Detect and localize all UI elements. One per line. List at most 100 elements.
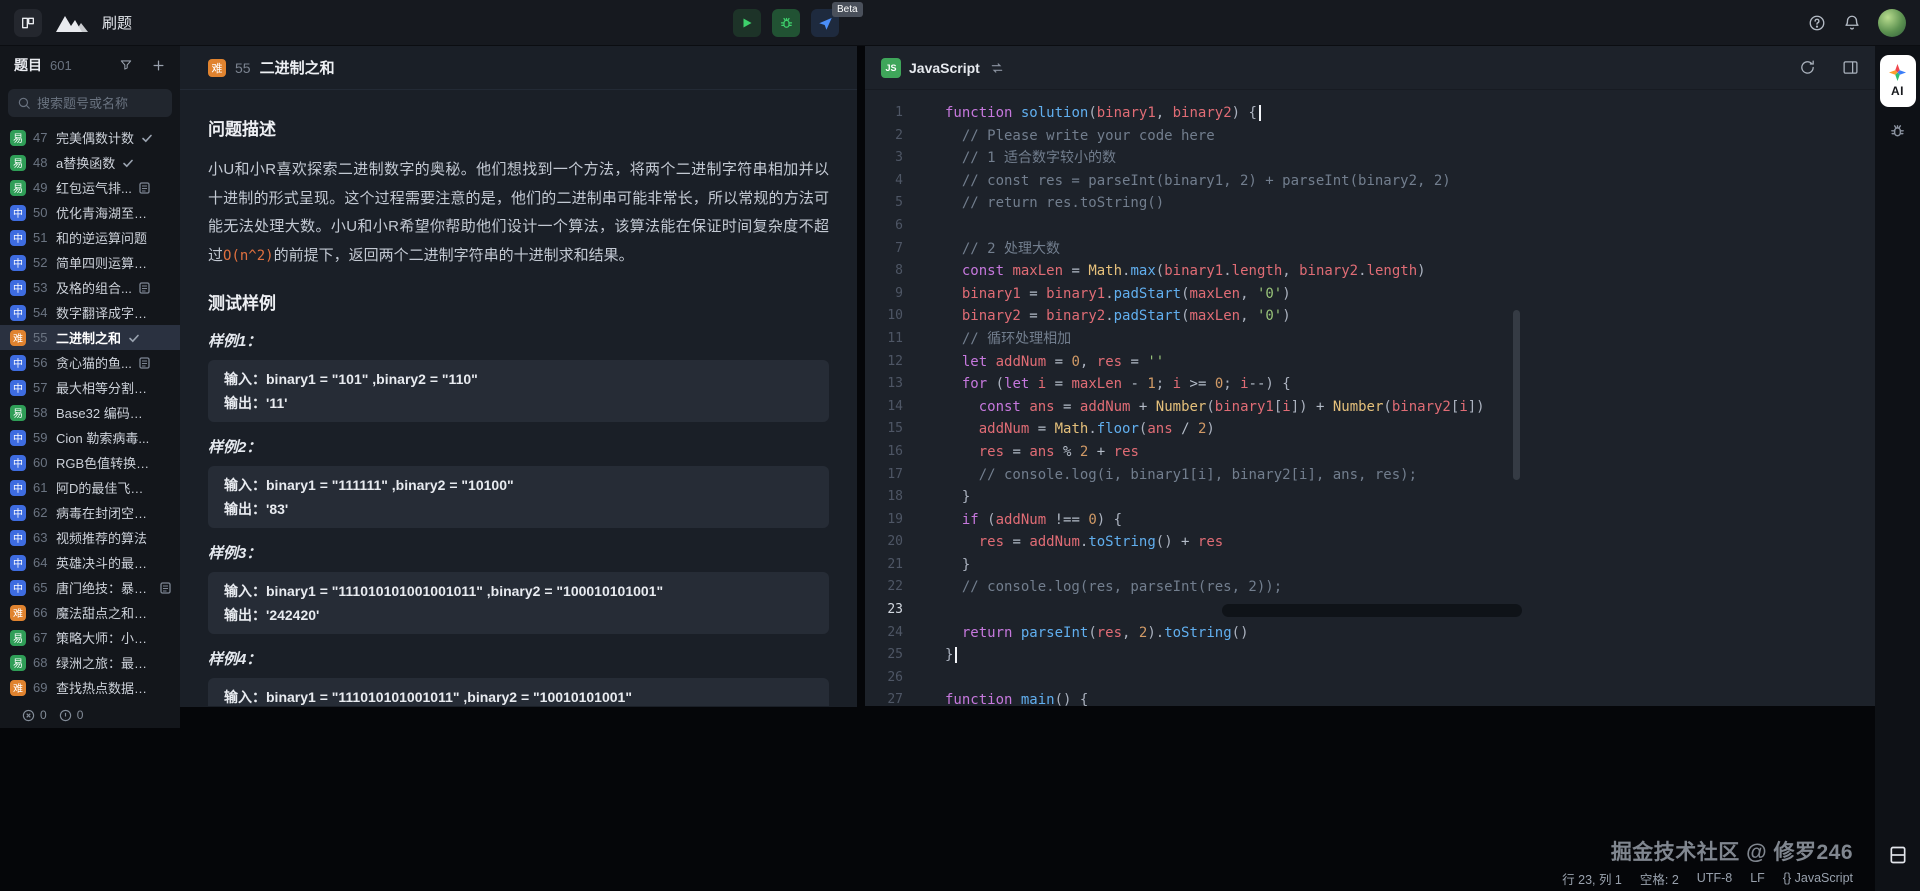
line-number[interactable]: 7	[865, 238, 903, 261]
code-line[interactable]: 27function main() {	[865, 689, 1875, 706]
line-number[interactable]: 9	[865, 283, 903, 306]
vertical-scrollbar[interactable]	[1513, 310, 1520, 480]
problem-list-item[interactable]: 中62病毒在封闭空间...	[0, 500, 180, 525]
line-number[interactable]: 10	[865, 305, 903, 328]
statusbar-item[interactable]: 行 23, 列 1	[1562, 869, 1622, 888]
debug-button[interactable]	[772, 9, 800, 37]
code-line[interactable]: 19 if (addNum !== 0) {	[865, 509, 1875, 532]
line-number[interactable]: 13	[865, 373, 903, 396]
code-line[interactable]: 9 binary1 = binary1.padStart(maxLen, '0'…	[865, 283, 1875, 306]
line-number[interactable]: 14	[865, 396, 903, 419]
line-number[interactable]: 16	[865, 441, 903, 464]
app-logo[interactable]	[14, 9, 42, 37]
line-number[interactable]: 15	[865, 418, 903, 441]
problem-list-item[interactable]: 易67策略大师：小U...	[0, 625, 180, 650]
line-number[interactable]: 1	[865, 102, 903, 125]
filter-button[interactable]	[119, 58, 133, 72]
statusbar-item[interactable]: LF	[1750, 871, 1765, 885]
line-number[interactable]: 17	[865, 464, 903, 487]
notifications-button[interactable]	[1843, 14, 1861, 32]
line-number[interactable]: 19	[865, 509, 903, 532]
code-line[interactable]: 20 res = addNum.toString() + res	[865, 531, 1875, 554]
line-number[interactable]: 8	[865, 260, 903, 283]
line-number[interactable]: 22	[865, 576, 903, 599]
code-line[interactable]: 25}	[865, 644, 1875, 667]
problem-list-item[interactable]: 中50优化青海湖至景...	[0, 200, 180, 225]
line-number[interactable]: 6	[865, 215, 903, 238]
code-line[interactable]: 13 for (let i = maxLen - 1; i >= 0; i--)…	[865, 373, 1875, 396]
language-selector[interactable]: JavaScript	[909, 60, 980, 76]
line-number[interactable]: 3	[865, 147, 903, 170]
line-number[interactable]: 4	[865, 170, 903, 193]
run-button[interactable]	[733, 9, 761, 37]
problem-list-item[interactable]: 易49红包运气排...	[0, 175, 180, 200]
problem-list-item[interactable]: 中51和的逆运算问题	[0, 225, 180, 250]
problem-list-item[interactable]: 中65唐门绝技：暴雨...	[0, 575, 180, 600]
code-line[interactable]: 24 return parseInt(res, 2).toString()	[865, 622, 1875, 645]
code-line[interactable]: 3 // 1 适合数字较小的数	[865, 147, 1875, 170]
code-line[interactable]: 5 // return res.toString()	[865, 192, 1875, 215]
line-number[interactable]: 11	[865, 328, 903, 351]
marscode-logo[interactable]	[55, 13, 89, 33]
problem-list-item[interactable]: 中52简单四则运算解...	[0, 250, 180, 275]
split-view-button[interactable]	[1842, 59, 1859, 76]
code-line[interactable]: 7 // 2 处理大数	[865, 238, 1875, 261]
problem-list-item[interactable]: 难66魔法甜点之和：...	[0, 600, 180, 625]
problem-list-item[interactable]: 中60RGB色值转换为...	[0, 450, 180, 475]
problem-list-item[interactable]: 难55二进制之和	[0, 325, 180, 350]
problem-list-item[interactable]: 中56贪心猫的鱼...	[0, 350, 180, 375]
debug-rail-button[interactable]	[1875, 123, 1920, 140]
code-line[interactable]: 1function solution(binary1, binary2) {	[865, 102, 1875, 125]
code-line[interactable]: 17 // console.log(i, binary1[i], binary2…	[865, 464, 1875, 487]
problem-list-item[interactable]: 中59Cion 勒索病毒...	[0, 425, 180, 450]
problem-list-item[interactable]: 中63视频推荐的算法	[0, 525, 180, 550]
error-counter[interactable]: 0	[22, 708, 47, 722]
problem-list-item[interactable]: 易48a替换函数	[0, 150, 180, 175]
code-line[interactable]: 21 }	[865, 554, 1875, 577]
code-line[interactable]: 4 // const res = parseInt(binary1, 2) + …	[865, 170, 1875, 193]
code-line[interactable]: 12 let addNum = 0, res = ''	[865, 351, 1875, 374]
line-number[interactable]: 5	[865, 192, 903, 215]
code-line[interactable]: 8 const maxLen = Math.max(binary1.length…	[865, 260, 1875, 283]
reset-code-button[interactable]	[1799, 59, 1816, 76]
line-number[interactable]: 24	[865, 622, 903, 645]
panel-toggle-button[interactable]	[1888, 845, 1908, 865]
code-line[interactable]: 6	[865, 215, 1875, 238]
line-number[interactable]: 20	[865, 531, 903, 554]
code-line[interactable]: 16 res = ans % 2 + res	[865, 441, 1875, 464]
code-line[interactable]: 10 binary2 = binary2.padStart(maxLen, '0…	[865, 305, 1875, 328]
code-line[interactable]: 18 }	[865, 486, 1875, 509]
line-number[interactable]: 23	[865, 599, 903, 622]
line-number[interactable]: 25	[865, 644, 903, 667]
line-number[interactable]: 12	[865, 351, 903, 374]
horizontal-scrollbar[interactable]	[1222, 604, 1522, 617]
line-number[interactable]: 18	[865, 486, 903, 509]
user-avatar[interactable]	[1878, 9, 1906, 37]
code-line[interactable]: 11 // 循环处理相加	[865, 328, 1875, 351]
problem-list-item[interactable]: 中64英雄决斗的最大...	[0, 550, 180, 575]
line-number[interactable]: 2	[865, 125, 903, 148]
problem-list-item[interactable]: 中54数字翻译成字符...	[0, 300, 180, 325]
line-number[interactable]: 26	[865, 667, 903, 690]
code-line[interactable]: 26	[865, 667, 1875, 690]
statusbar-item[interactable]: 空格: 2	[1640, 869, 1679, 888]
code-line[interactable]: 22 // console.log(res, parseInt(res, 2))…	[865, 576, 1875, 599]
help-button[interactable]	[1808, 14, 1826, 32]
problem-list-item[interactable]: 易68绿洲之旅：最少...	[0, 650, 180, 675]
code-line[interactable]: 15 addNum = Math.floor(ans / 2)	[865, 418, 1875, 441]
code-line[interactable]: 2 // Please write your code here	[865, 125, 1875, 148]
code-line[interactable]: 14 const ans = addNum + Number(binary1[i…	[865, 396, 1875, 419]
problem-list-item[interactable]: 中57最大相等分割红...	[0, 375, 180, 400]
problem-list-item[interactable]: 易47完美偶数计数	[0, 125, 180, 150]
line-number[interactable]: 27	[865, 689, 903, 706]
code-line[interactable]: 23	[865, 599, 1875, 622]
switch-language-button[interactable]	[990, 61, 1004, 75]
code-area[interactable]: 1function solution(binary1, binary2) {2 …	[865, 90, 1875, 706]
problem-list-item[interactable]: 中61阿D的最佳飞行...	[0, 475, 180, 500]
ai-assistant-button[interactable]: AI	[1880, 55, 1916, 107]
line-number[interactable]: 21	[865, 554, 903, 577]
problem-list-item[interactable]: 易58Base32 编码和...	[0, 400, 180, 425]
problem-list-item[interactable]: 中53及格的组合...	[0, 275, 180, 300]
problem-list-item[interactable]: 难69查找热点数据问...	[0, 675, 180, 700]
search-input[interactable]	[37, 96, 163, 111]
